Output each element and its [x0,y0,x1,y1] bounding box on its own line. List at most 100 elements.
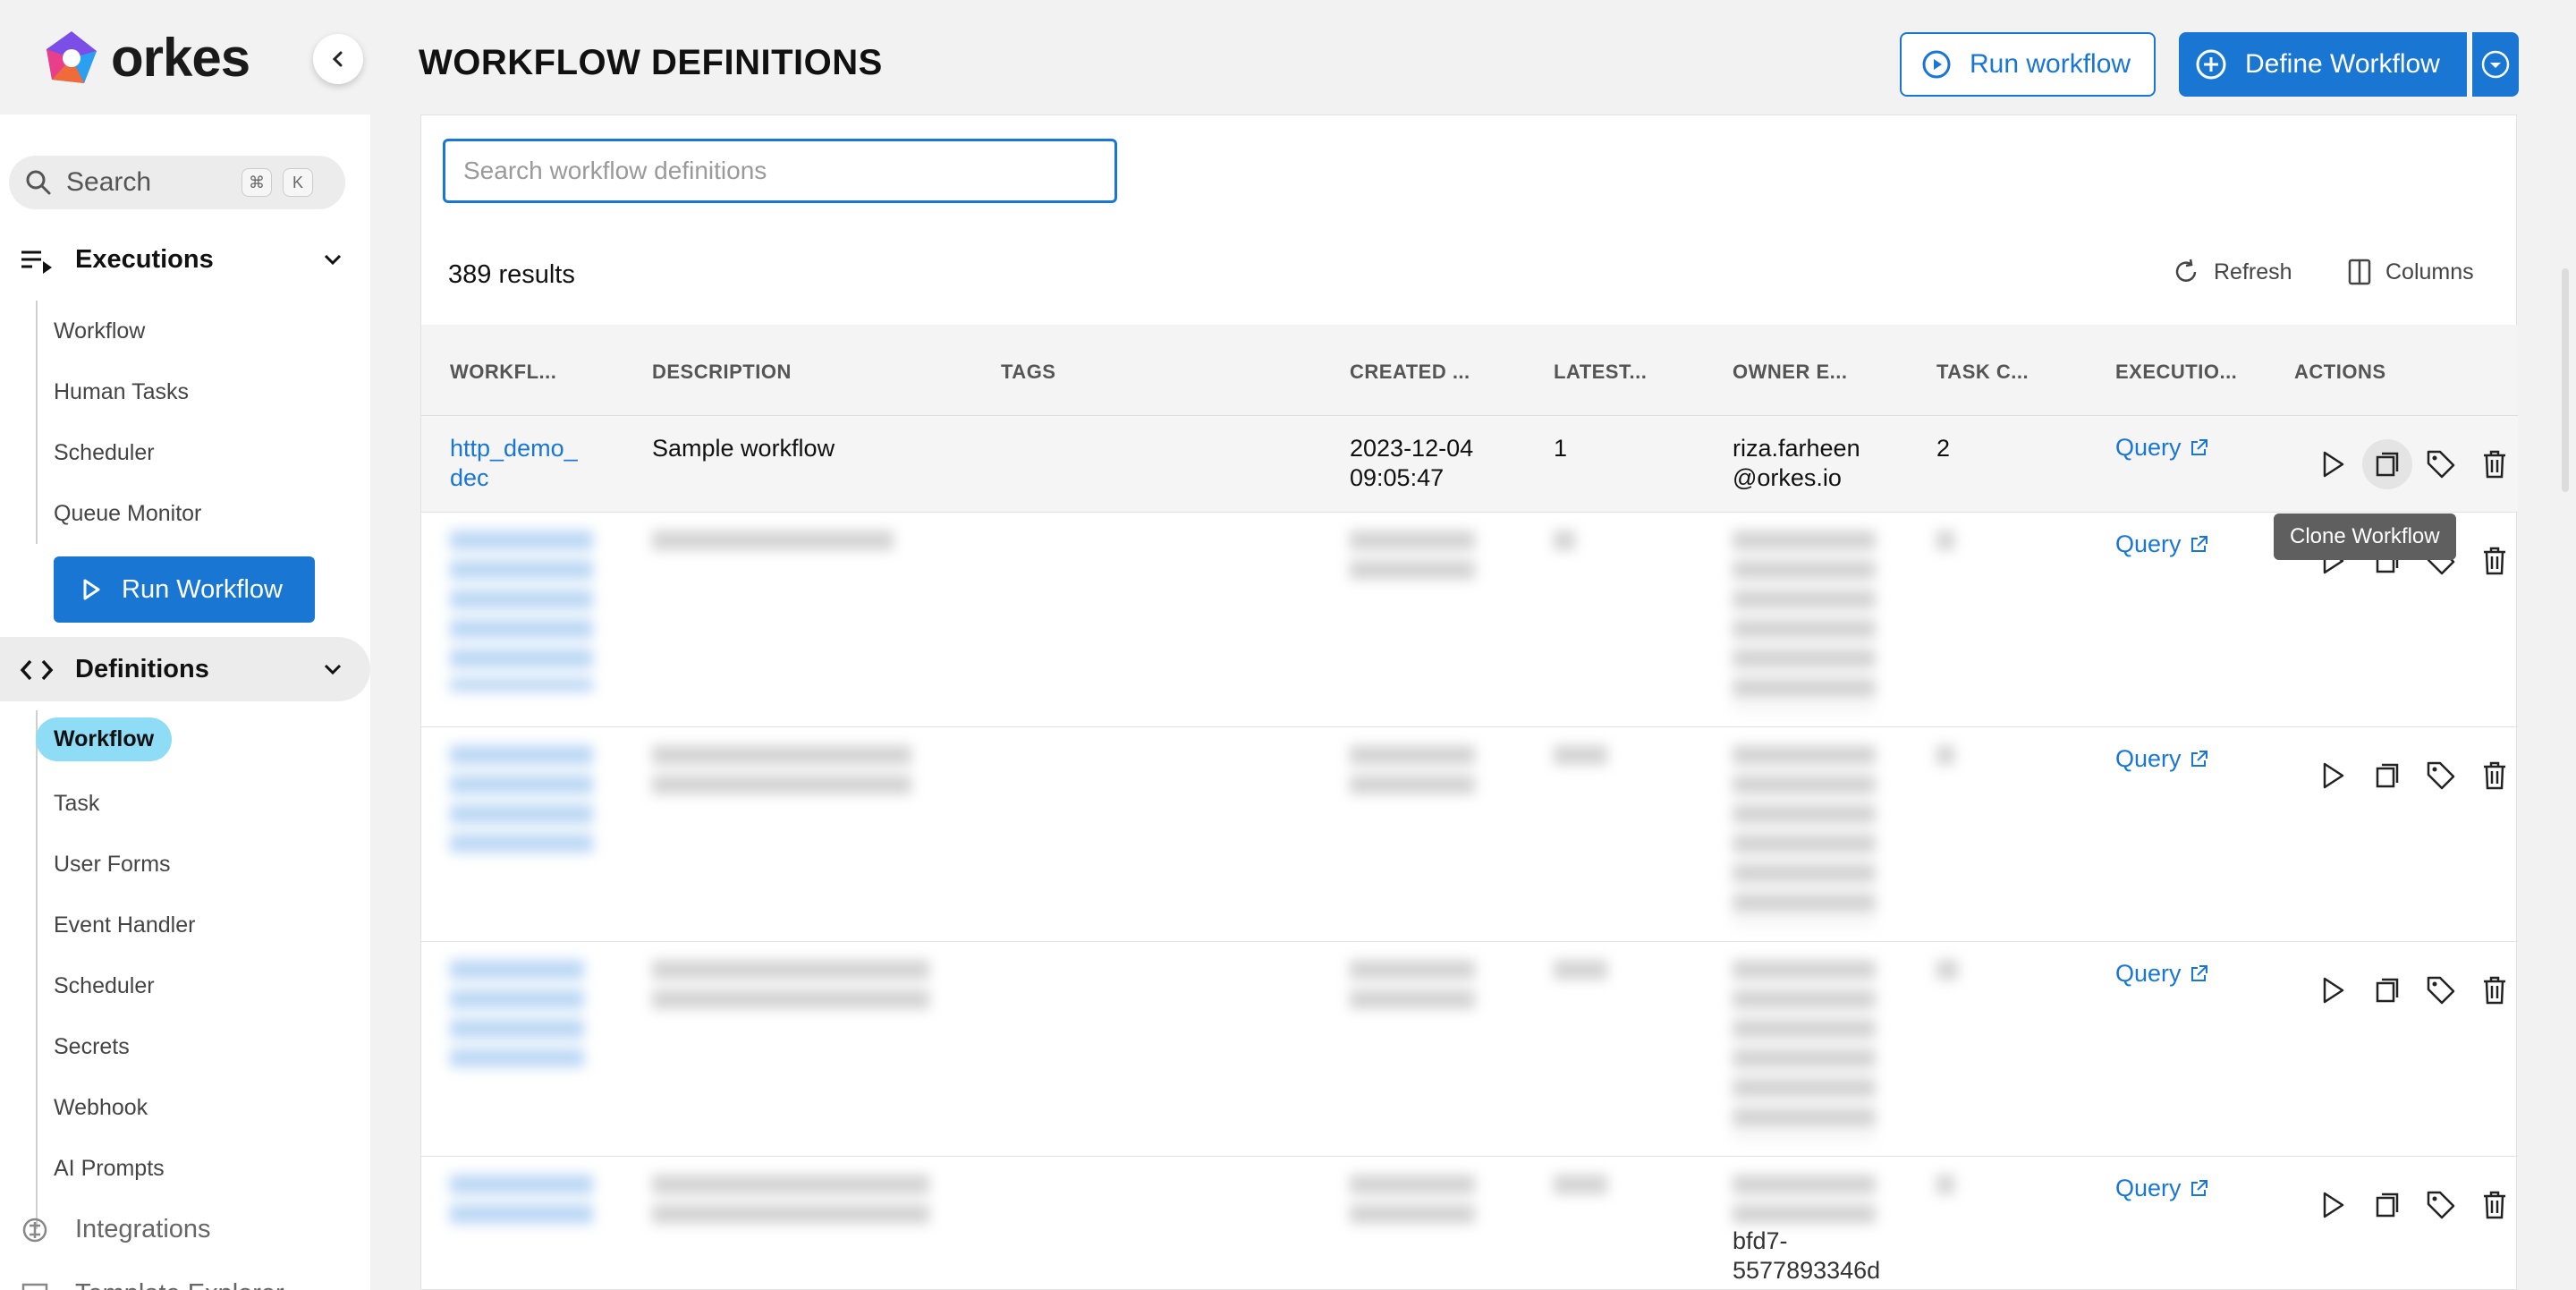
run-workflow-button[interactable]: Run workflow [1900,32,2156,97]
execution-query-link[interactable]: Query [2115,960,2208,988]
sidebar-item-executions-scheduler[interactable]: Scheduler [54,440,155,466]
run-action-button[interactable] [2307,971,2360,1010]
sidebar-item-user-forms[interactable]: User Forms [54,852,171,878]
sidebar-item-human-tasks[interactable]: Human Tasks [54,379,189,405]
redacted-task-count [1936,745,1954,765]
play-icon [2323,762,2344,789]
column-header-latest[interactable]: LATEST... [1554,361,1647,384]
column-header-task-count[interactable]: TASK C... [1936,361,2029,384]
column-header-created[interactable]: CREATED ... [1350,361,1470,384]
sidebar-item-task[interactable]: Task [54,791,99,817]
tag-action-button[interactable] [2414,1185,2468,1225]
redacted-latest [1554,745,1607,765]
redacted-created [1350,745,1475,795]
table-row[interactable]: bfd7- 5577893346d Query [421,1157,2518,1290]
clone-workflow-button[interactable] [2362,439,2412,489]
trash-icon [2484,547,2505,575]
orkes-logo[interactable]: orkes [41,27,250,89]
workflow-owner: riza.farheen @orkes.io [1733,434,1860,493]
refresh-button[interactable]: Refresh [2173,259,2292,285]
delete-action-button[interactable] [2468,756,2521,795]
execution-query-link[interactable]: Query [2115,745,2208,773]
sidebar-item-secrets[interactable]: Secrets [54,1034,130,1060]
run-action-button[interactable] [2307,445,2360,484]
trash-icon [2484,976,2505,1005]
query-label: Query [2115,434,2182,461]
run-action-button[interactable] [2307,756,2360,795]
sidebar-item-queue-monitor[interactable]: Queue Monitor [54,501,201,527]
orkes-logo-icon [47,30,97,83]
run-action-button[interactable] [2307,1185,2360,1225]
row-actions [2307,1185,2521,1225]
column-header-description[interactable]: DESCRIPTION [652,361,792,384]
redacted-owner [1733,745,1876,924]
sidebar-run-workflow-button[interactable]: Run Workflow [54,556,315,623]
page-scrollbar[interactable] [2562,268,2569,492]
table-header: WORKFL... DESCRIPTION TAGS CREATED ... L… [421,325,2518,416]
column-header-owner[interactable]: OWNER E... [1733,361,1847,384]
redacted-created [1350,960,1475,1010]
workflow-search-input[interactable] [443,139,1117,203]
tag-action-button[interactable] [2414,971,2468,1010]
redacted-task-count [1936,530,1954,550]
delete-action-button[interactable] [2468,971,2521,1010]
define-workflow-dropdown-button[interactable] [2470,32,2519,97]
workflow-name-link[interactable]: http_demo_ dec [450,434,578,493]
nav-definitions[interactable]: Definitions [0,637,370,701]
execution-query-link[interactable]: Query [2115,530,2208,558]
columns-icon [2348,259,2371,285]
sidebar-item-definitions-workflow[interactable]: Workflow [36,717,173,761]
redacted-task-count [1936,960,1958,980]
play-icon [83,579,100,600]
logo-text: orkes [111,28,250,88]
owner-partial-line1: bfd7- [1733,1227,1788,1254]
trash-icon [2484,761,2505,790]
table-row[interactable]: Query [421,727,2518,942]
columns-button[interactable]: Columns [2348,259,2474,285]
workflow-latest-version: 1 [1554,435,1568,462]
sidebar-item-executions-workflow[interactable]: Workflow [54,318,145,344]
sidebar-run-workflow-label: Run Workflow [122,574,283,604]
table-row[interactable]: Query [421,513,2518,727]
code-brackets-icon [20,659,54,681]
table-row[interactable]: http_demo_ dec Sample workflow 2023-12-0… [421,416,2518,513]
collapse-sidebar-button[interactable] [313,34,363,84]
delete-action-button[interactable] [2468,445,2521,484]
clone-workflow-button[interactable] [2360,756,2414,795]
tag-action-button[interactable] [2414,445,2468,484]
delete-action-button[interactable] [2468,1185,2521,1225]
sidebar-search[interactable]: Search ⌘ K [9,156,345,209]
redacted-latest [1554,530,1575,550]
chevron-down-circle-icon [2481,50,2510,79]
template-icon [21,1283,48,1290]
sidebar-item-webhook[interactable]: Webhook [54,1095,148,1121]
column-header-tags[interactable]: TAGS [1001,361,1055,384]
tag-action-button[interactable] [2414,756,2468,795]
redacted-workflow-name [450,1175,593,1225]
copy-icon [2376,978,2399,1003]
nav-template-explorer[interactable]: Template Explorer [0,1261,370,1290]
table-row[interactable]: Query [421,942,2518,1157]
clone-workflow-button[interactable] [2360,1185,2414,1225]
query-label: Query [2115,1175,2182,1201]
delete-action-button[interactable] [2468,541,2521,581]
nav-executions[interactable]: Executions [0,227,370,292]
run-workflow-label: Run workflow [1970,49,2131,79]
copy-icon [2376,763,2399,788]
clone-workflow-button[interactable] [2360,971,2414,1010]
query-label: Query [2115,530,2182,557]
define-workflow-button[interactable]: Define Workflow [2179,32,2467,97]
columns-label: Columns [2385,259,2474,284]
chevron-down-icon [324,254,342,266]
tag-icon [2427,761,2455,790]
sidebar-item-definitions-scheduler[interactable]: Scheduler [54,973,155,999]
sidebar-item-event-handler[interactable]: Event Handler [54,912,195,938]
column-header-execution[interactable]: EXECUTIO... [2115,361,2237,384]
column-header-workflow[interactable]: WORKFL... [450,361,556,384]
execution-query-link[interactable]: Query [2115,1175,2208,1202]
execution-query-link[interactable]: Query [2115,434,2208,462]
nav-integrations[interactable]: Integrations [0,1197,370,1261]
sidebar: orkes Search ⌘ K Executions Workflow Hum… [0,0,370,1290]
sidebar-item-ai-prompts[interactable]: AI Prompts [54,1156,165,1182]
redacted-latest [1554,960,1607,980]
